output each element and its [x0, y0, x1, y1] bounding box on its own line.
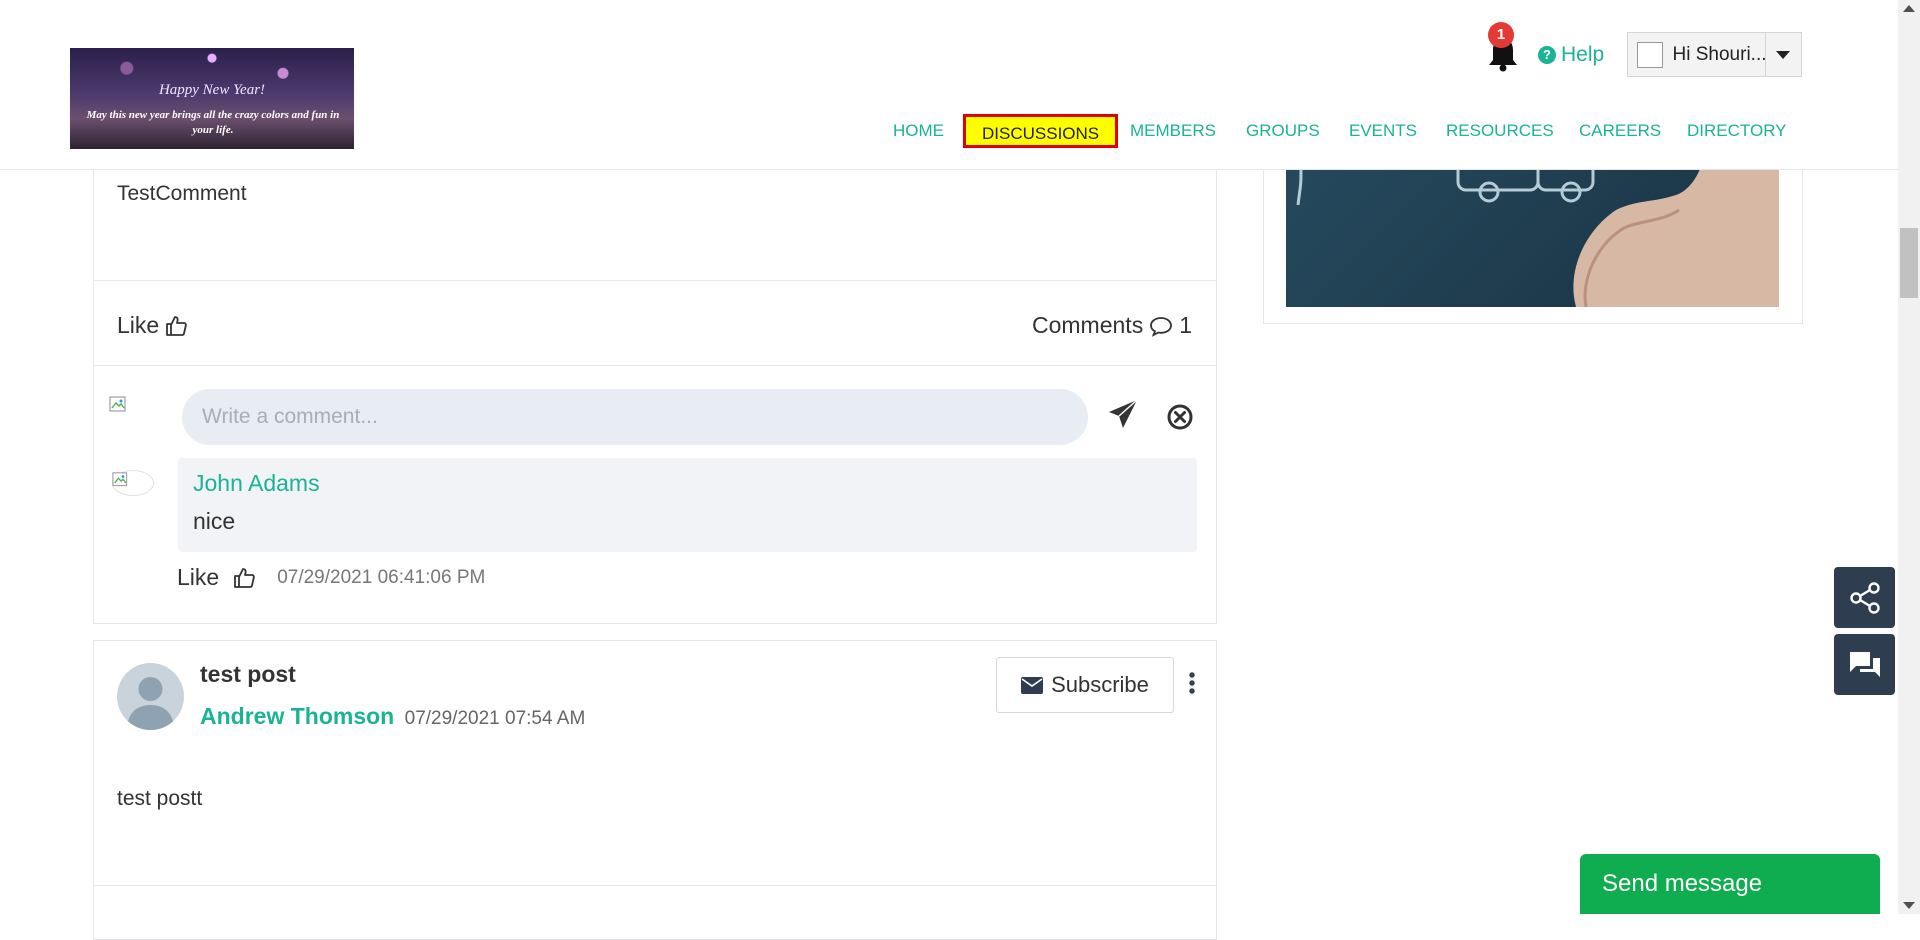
- comment-card: TestComment Like Comments 1 John: [93, 130, 1217, 624]
- user-silhouette-icon: [127, 677, 174, 730]
- reply-actions: Like 07/29/2021 06:41:06 PM: [177, 564, 485, 591]
- site-header: Happy New Year! May this new year brings…: [0, 0, 1898, 170]
- reply-author-link[interactable]: John Adams: [193, 470, 320, 497]
- user-avatar: [1637, 41, 1663, 68]
- help-link[interactable]: ? Help: [1538, 42, 1604, 68]
- nav-directory[interactable]: DIRECTORY: [1687, 118, 1787, 144]
- subscribe-label: Subscribe: [1051, 672, 1149, 697]
- comments-label: Comments: [1032, 312, 1144, 338]
- user-menu-button[interactable]: Hi Shouri...: [1627, 32, 1802, 77]
- nav-discussions[interactable]: DISCUSSIONS: [963, 114, 1119, 148]
- reply-text: nice: [193, 508, 236, 534]
- comments-count-button[interactable]: Comments 1: [1032, 312, 1192, 339]
- nav-groups[interactable]: GROUPS: [1246, 118, 1320, 144]
- nav-events[interactable]: EVENTS: [1349, 118, 1417, 144]
- chat-button[interactable]: [1834, 634, 1895, 695]
- comment-bubble-icon: [1150, 316, 1173, 337]
- comments-count: 1: [1179, 312, 1192, 338]
- scrollbar-thumb[interactable]: [1900, 228, 1918, 298]
- logo-line-2: May this new year brings all the crazy c…: [86, 109, 340, 136]
- post-date: 07/29/2021 07:54 AM: [404, 708, 586, 729]
- user-greeting: Hi Shouri...: [1672, 43, 1765, 65]
- comment-input[interactable]: [182, 389, 1088, 445]
- user-menu-toggle[interactable]: [1764, 33, 1801, 76]
- envelope-icon: [1021, 676, 1044, 694]
- nav-careers[interactable]: CAREERS: [1579, 118, 1661, 144]
- share-icon: [1849, 581, 1880, 614]
- reply-like-button[interactable]: Like: [177, 564, 255, 591]
- cancel-circle-icon[interactable]: [1166, 403, 1194, 431]
- post-author-link[interactable]: Andrew Thomson: [200, 703, 394, 729]
- subscribe-button[interactable]: Subscribe: [996, 657, 1174, 713]
- divider: [94, 885, 1216, 886]
- nav-resources[interactable]: RESOURCES: [1446, 118, 1554, 144]
- divider: [94, 365, 1216, 366]
- help-label: Help: [1561, 43, 1605, 66]
- nav-members[interactable]: MEMBERS: [1130, 118, 1216, 144]
- reply-bubble: John Adams nice: [178, 458, 1197, 552]
- send-message-button[interactable]: Send message: [1580, 854, 1880, 914]
- like-button[interactable]: Like: [117, 312, 187, 339]
- post-author-avatar[interactable]: [117, 663, 184, 730]
- notification-badge: 1: [1488, 22, 1514, 48]
- comment-text: TestComment: [117, 182, 247, 205]
- broken-image-icon: [112, 472, 128, 487]
- post-card: test post Andrew Thomson 07/29/2021 07:5…: [93, 640, 1217, 940]
- post-meta: Andrew Thomson 07/29/2021 07:54 AM: [200, 703, 585, 730]
- thumbs-up-icon: [234, 567, 255, 588]
- scroll-up-icon[interactable]: [1903, 5, 1915, 12]
- broken-image-icon: [109, 396, 126, 412]
- logo-line-1: Happy New Year!: [158, 82, 266, 98]
- like-label: Like: [117, 312, 160, 338]
- site-logo[interactable]: Happy New Year! May this new year brings…: [70, 48, 354, 149]
- more-options-icon[interactable]: [1188, 671, 1196, 695]
- scroll-down-icon[interactable]: [1903, 902, 1915, 909]
- share-button[interactable]: [1834, 567, 1895, 628]
- post-body: test postt: [117, 787, 203, 810]
- send-icon[interactable]: [1107, 398, 1139, 430]
- reply-timestamp: 07/29/2021 06:41:06 PM: [277, 566, 486, 588]
- nav-home[interactable]: HOME: [893, 118, 944, 144]
- divider: [94, 280, 1216, 281]
- chat-bubbles-icon: [1849, 651, 1880, 677]
- caret-down-icon: [1776, 50, 1791, 59]
- question-circle-icon: ?: [1538, 46, 1556, 64]
- reply-like-label: Like: [177, 564, 220, 590]
- thumbs-up-icon: [166, 315, 187, 336]
- page-scrollbar[interactable]: [1898, 0, 1920, 914]
- post-title[interactable]: test post: [200, 661, 296, 688]
- reply-avatar: [112, 470, 154, 496]
